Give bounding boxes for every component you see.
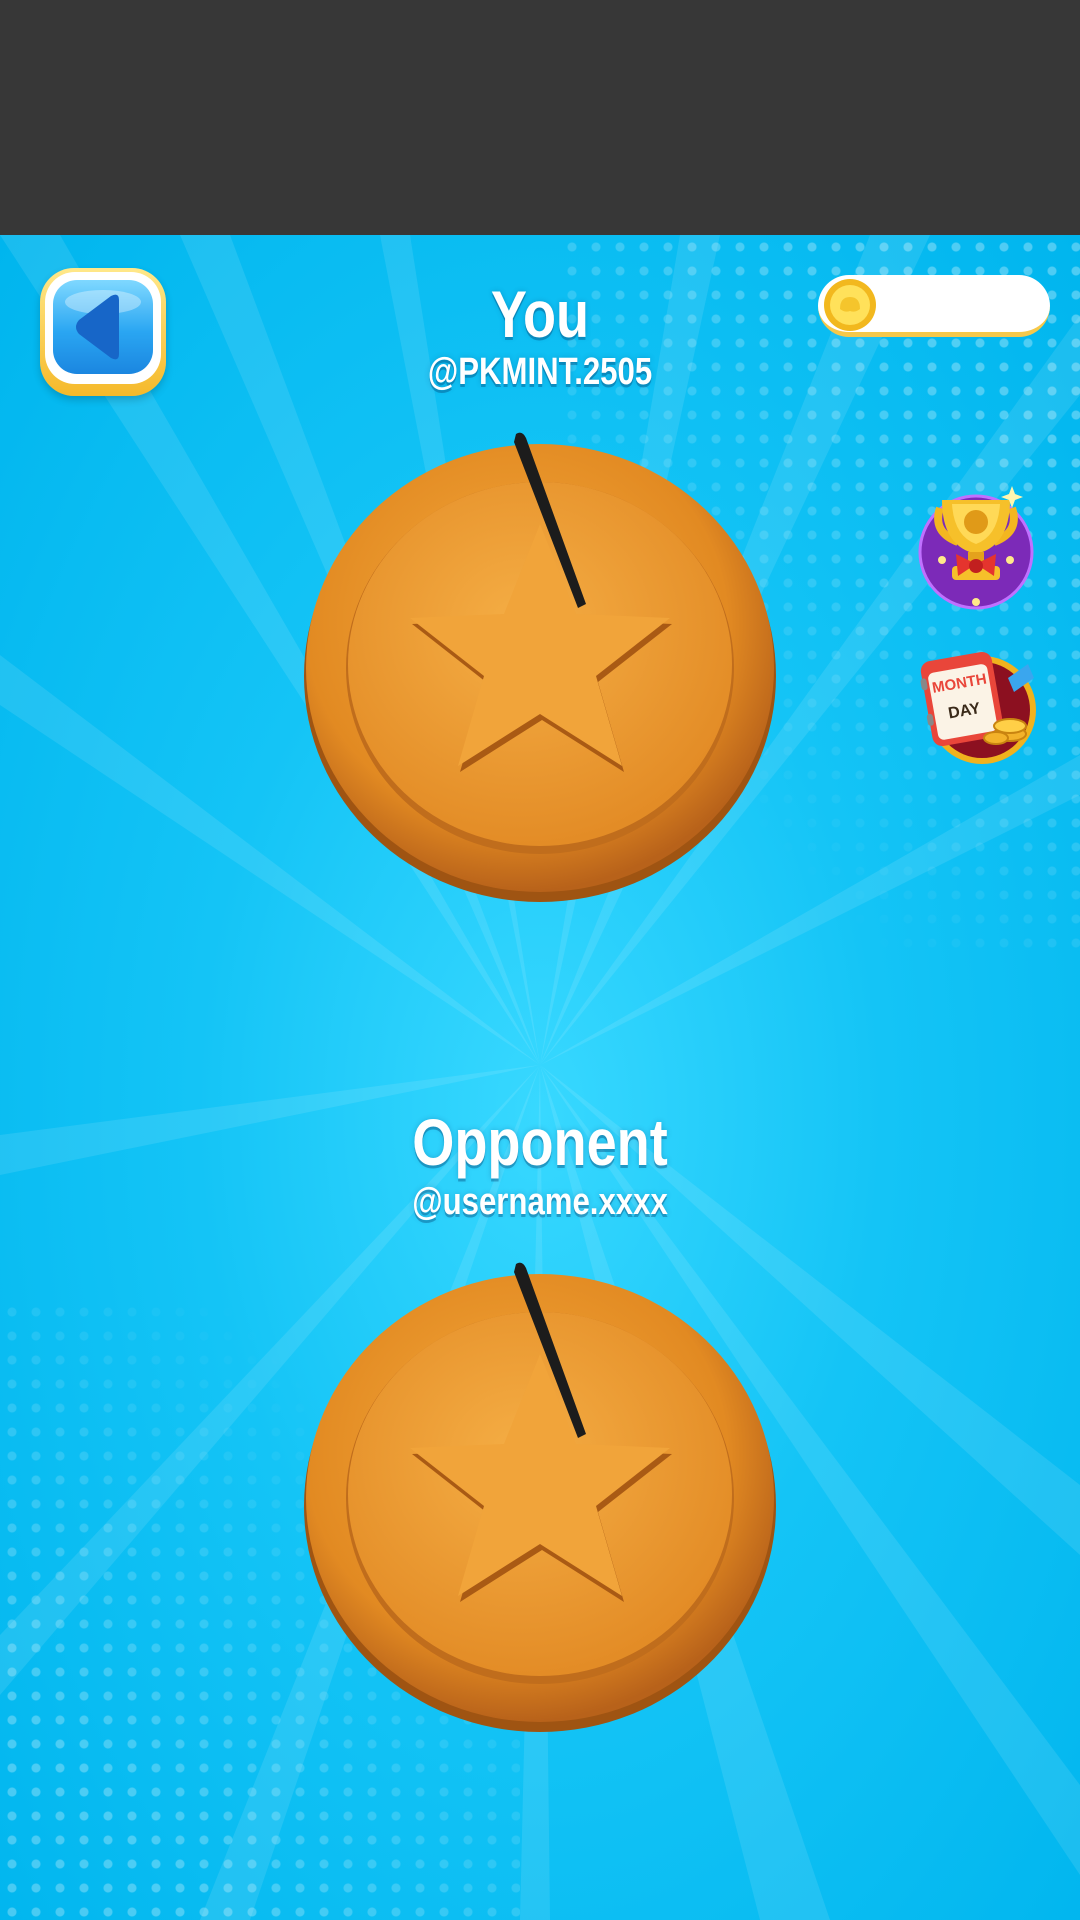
opponent-star-cookie (304, 1262, 776, 1732)
month-day-calendar-icon[interactable]: MONTH DAY (912, 638, 1040, 766)
player-title: You (490, 277, 590, 351)
opponent-handle: @username.xxxx (412, 1181, 668, 1223)
player-handle: @PKMINT.2505 (427, 351, 653, 393)
trophy-icon[interactable] (912, 480, 1040, 612)
player-star-cookie[interactable] (300, 428, 780, 908)
opponent-title: Opponent (412, 1105, 668, 1179)
status-bar-area (0, 0, 1080, 235)
